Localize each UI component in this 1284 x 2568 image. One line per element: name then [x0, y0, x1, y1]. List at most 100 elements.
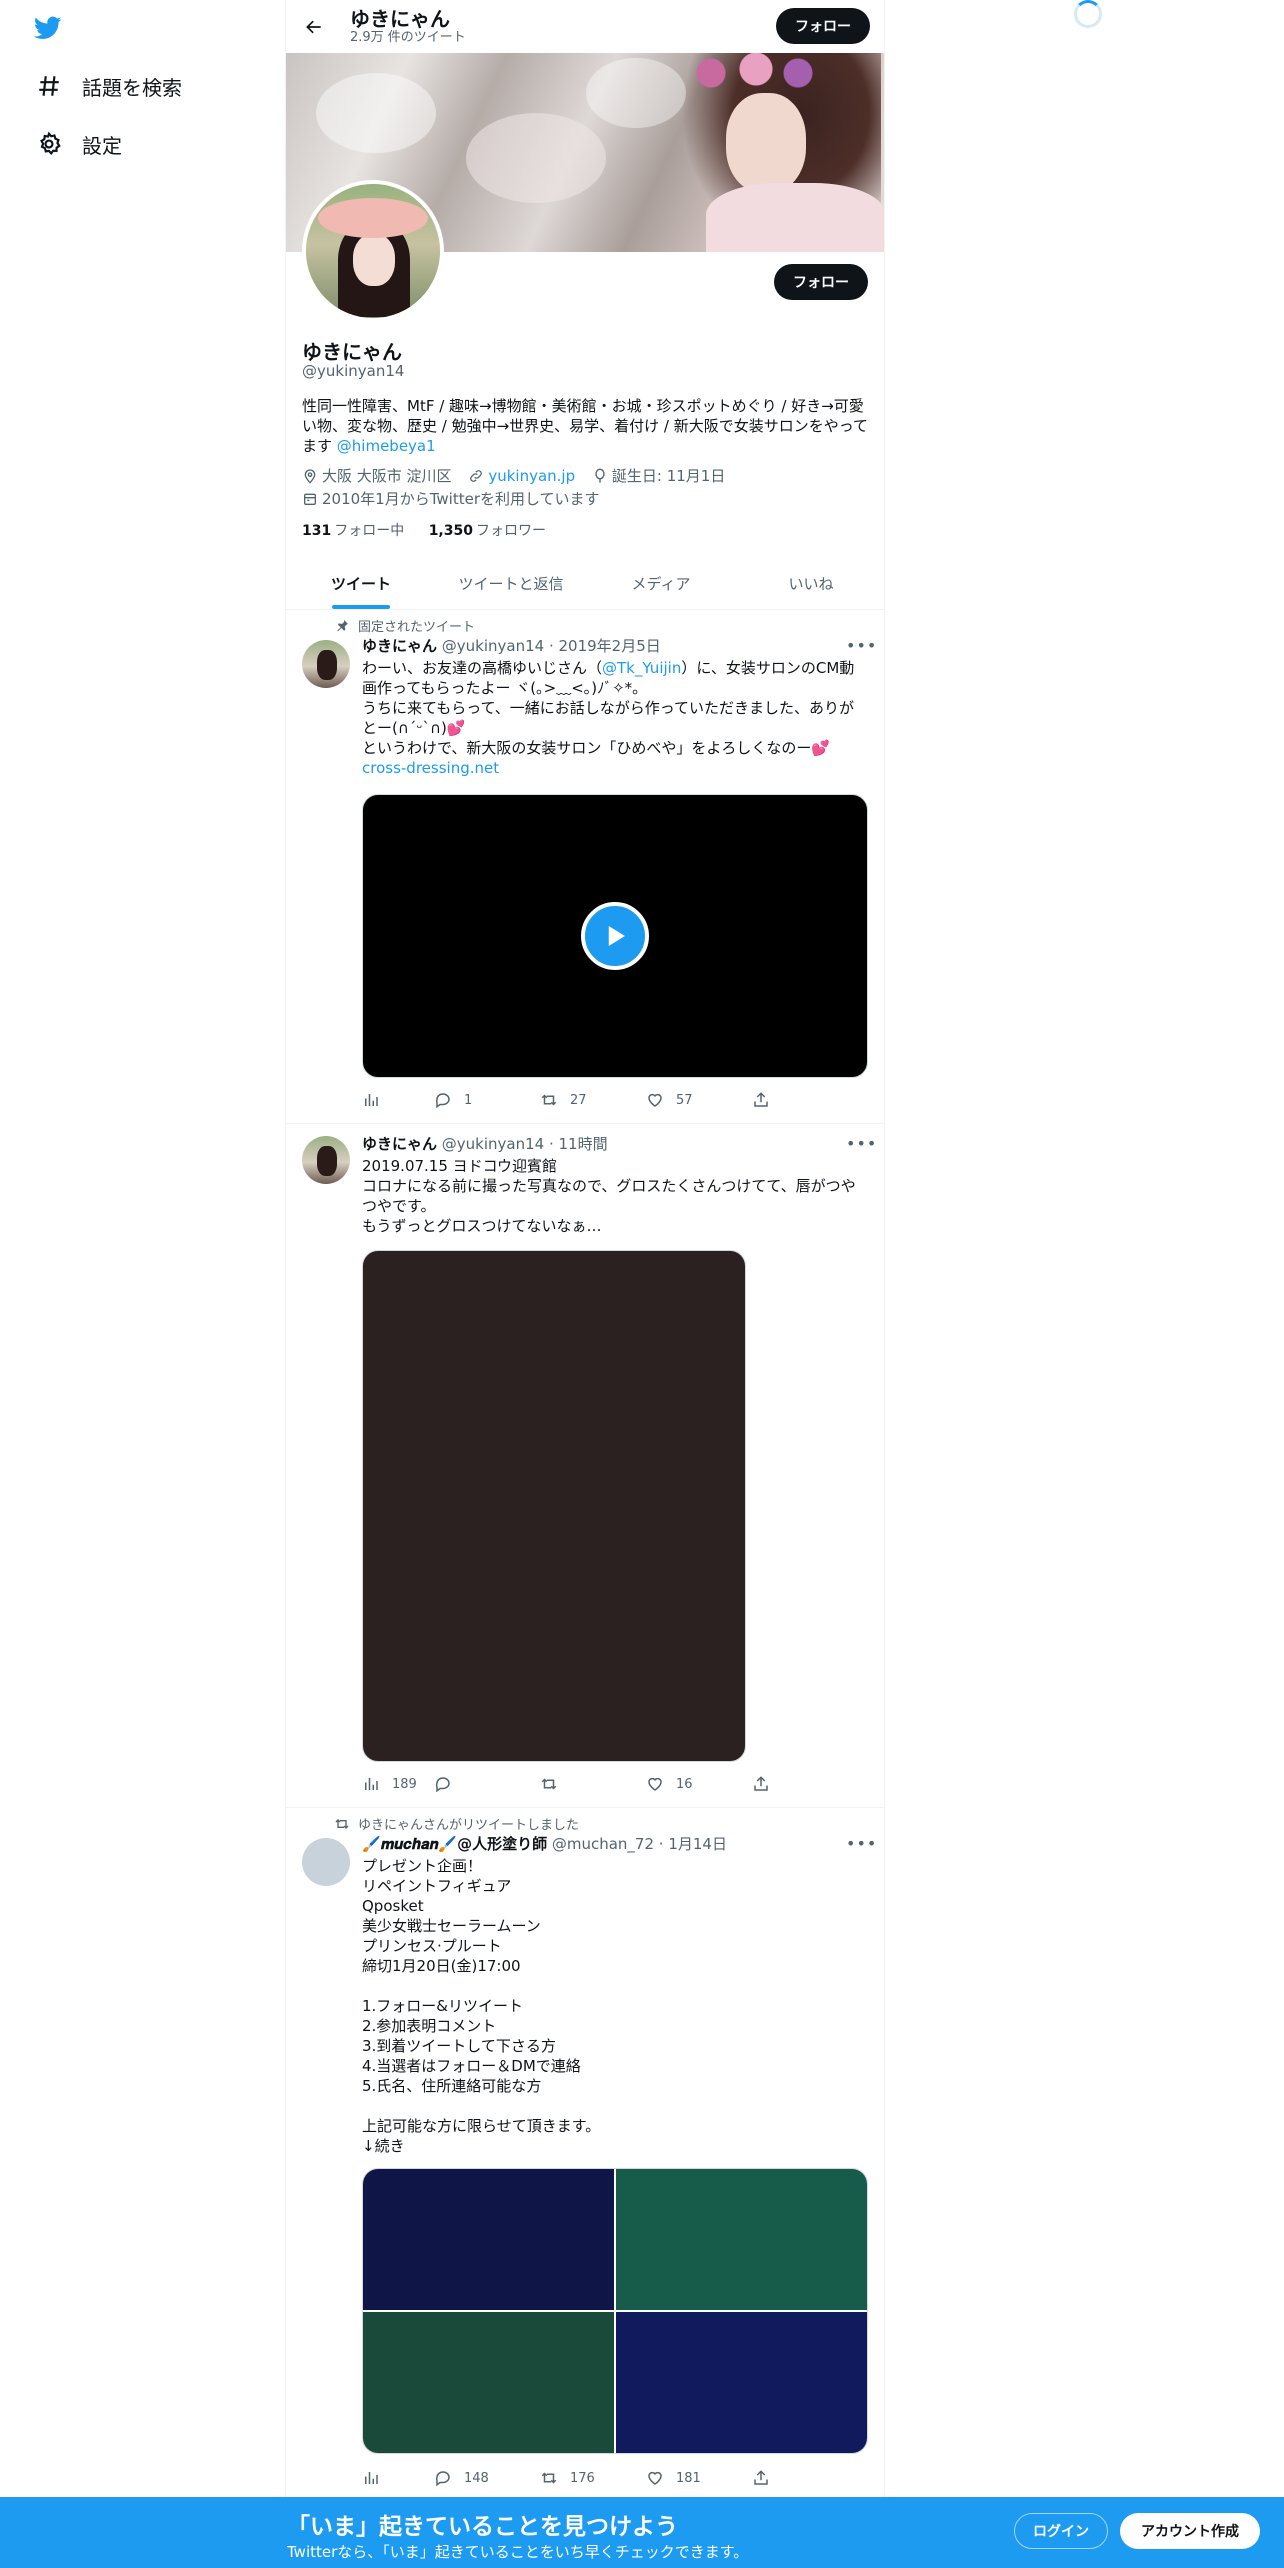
tweet-header: ゆきにゃん @yukinyan14 · 11時間 [362, 1134, 608, 1154]
grid-image-1[interactable] [363, 2169, 614, 2310]
like-count: 181 [676, 2470, 701, 2486]
website-link[interactable]: yukinyan.jp [488, 466, 575, 486]
avatar-face [353, 234, 395, 286]
profile-avatar[interactable] [302, 180, 444, 322]
tweet-actions: 148 176 181 [362, 2468, 792, 2488]
tweet-meta: @yukinyan14 · 2019年2月5日 [441, 637, 661, 655]
banner-kimono [706, 183, 884, 252]
views-button[interactable]: 189 [362, 1774, 434, 1794]
reply-count: 1 [464, 1092, 473, 1108]
tab-tweets-replies[interactable]: ツイートと返信 [436, 557, 586, 609]
pin-icon [337, 619, 348, 631]
reply-icon [435, 2471, 450, 2487]
views-button[interactable] [362, 2468, 434, 2488]
retweeted-text: ゆきにゃんさんがリツイートしました [358, 1818, 580, 1833]
grid-image-3[interactable] [363, 2312, 614, 2453]
retweet-button[interactable]: 176 [540, 2468, 646, 2488]
retweet-icon [541, 1778, 557, 1790]
tab-media[interactable]: メディア [586, 557, 736, 609]
tweet-photo[interactable]: ゆきにゃん @yukinyan14 · 11時間 ••• 2019.07.15 … [286, 1124, 884, 1808]
more-options-icon[interactable]: ••• [846, 1834, 876, 1854]
avatar-hat [318, 198, 428, 238]
link-icon [470, 470, 483, 482]
tweet-meta: @yukinyan14 · 11時間 [441, 1135, 608, 1153]
tweet-avatar[interactable] [302, 640, 350, 688]
more-options-icon[interactable]: ••• [846, 1134, 876, 1154]
banner-blossom [466, 113, 606, 203]
followers-link[interactable]: 1,350 フォロワー [429, 523, 546, 539]
following-link[interactable]: 131 フォロー中 [302, 523, 404, 539]
like-button[interactable]: 57 [646, 1090, 752, 1110]
pinned-label: 固定されたツイート [334, 616, 475, 635]
grid-image-4[interactable] [616, 2312, 867, 2453]
reply-icon [435, 1093, 450, 1109]
signup-banner-subtitle: Twitterなら、「いま」起きていることをいち早くチェックできます。 [287, 2543, 749, 2561]
tweet-photo-image[interactable] [362, 1250, 746, 1762]
bio-mention-link[interactable]: @himebeya1 [337, 437, 436, 455]
retweeted-label: ゆきにゃんさんがリツイートしました [334, 1814, 579, 1833]
like-button[interactable]: 16 [646, 1774, 752, 1794]
nav-explore-label: 話題を検索 [82, 75, 182, 100]
profile-header-bar: ゆきにゃん 2.9万 件のツイート フォロー [286, 0, 884, 53]
tweet-avatar[interactable] [302, 1838, 350, 1886]
tab-likes[interactable]: いいね [736, 557, 884, 609]
retweet-icon [541, 1094, 557, 1106]
birthday-text: 誕生日: 11月1日 [611, 467, 726, 485]
image-grid [363, 2169, 867, 2453]
reply-icon [435, 1777, 450, 1793]
like-button[interactable]: 181 [646, 2468, 752, 2488]
following-count: 131 [302, 523, 332, 539]
retweet-button[interactable] [540, 1774, 646, 1794]
profile-meta: 大阪 大阪市 淀川区 yukinyan.jp 誕生日: 11月1日 2010年1… [302, 466, 870, 512]
tweet-author-name[interactable]: ゆきにゃん [362, 1135, 437, 1153]
grid-image-2[interactable] [616, 2169, 867, 2310]
banner-flower-crown [681, 53, 831, 93]
left-nav: 話題を検索 設定 [0, 0, 285, 2568]
reply-button[interactable]: 148 [434, 2468, 540, 2488]
nav-settings[interactable]: 設定 [36, 124, 122, 164]
tweet-actions: 1 27 57 [362, 1090, 792, 1110]
tweet-video[interactable] [362, 794, 868, 1078]
location-text: 大阪 大阪市 淀川区 [322, 467, 452, 485]
header-follow-button[interactable]: フォロー [776, 8, 870, 44]
more-options-icon[interactable]: ••• [846, 636, 876, 656]
tweet-meta: @muchan_72 · 1月14日 [551, 1835, 727, 1853]
views-button[interactable] [362, 1090, 434, 1110]
like-count: 16 [676, 1776, 693, 1792]
tweet-url-link[interactable]: cross-dressing.net [362, 759, 499, 777]
banner-blossom [316, 73, 436, 153]
share-icon [754, 2470, 768, 2485]
reply-button[interactable]: 1 [434, 1090, 540, 1110]
profile-tabs: ツイート ツイートと返信 メディア いいね [286, 557, 884, 610]
login-button[interactable]: ログイン [1014, 2513, 1108, 2549]
profile-follow-button[interactable]: フォロー [774, 264, 868, 300]
tweet-pinned[interactable]: 固定されたツイート ゆきにゃん @yukinyan14 · 2019年2月5日 … [286, 610, 884, 1124]
profile-column: ゆきにゃん 2.9万 件のツイート フォロー フォロー ゆきにゃん @yukin… [285, 0, 885, 2568]
location-item: 大阪 大阪市 淀川区 [302, 466, 452, 486]
share-button[interactable] [752, 1774, 782, 1794]
twitter-bird-icon[interactable] [32, 14, 64, 42]
nav-explore[interactable]: 話題を検索 [36, 66, 182, 106]
share-button[interactable] [752, 1090, 782, 1110]
profile-handle: @yukinyan14 [302, 362, 405, 380]
tweet-image-grid [362, 2168, 868, 2454]
tab-tweets[interactable]: ツイート [286, 557, 436, 609]
back-arrow-icon[interactable] [294, 7, 334, 47]
tweet-header: 🖌️𝒎𝒖𝒄𝒉𝒂𝒏🖌️@人形塗り師 @muchan_72 · 1月14日 [362, 1834, 727, 1854]
tweet-author-name[interactable]: 🖌️𝒎𝒖𝒄𝒉𝒂𝒏🖌️@人形塗り師 [362, 1835, 547, 1853]
retweet-button[interactable]: 27 [540, 1090, 646, 1110]
reply-button[interactable] [434, 1774, 540, 1794]
nav-settings-label: 設定 [82, 133, 122, 158]
share-button[interactable] [752, 2468, 782, 2488]
tweet-text: プレゼント企画！ リペイントフィギュア Qposket 美少女戦士セーラームーン… [362, 1857, 601, 2155]
tweet-avatar[interactable] [302, 1136, 350, 1184]
followers-count: 1,350 [428, 523, 473, 539]
tweet-text: わーい、お友達の高橋ゆいじさん（@Tk_Yuijin）に、女装サロンのCM動画作… [362, 658, 868, 778]
signup-banner: 「いま」起きていることを見つけよう Twitterなら、「いま」起きていることを… [0, 2497, 1284, 2568]
follow-stats: 131 フォロー中 1,350 フォロワー [302, 520, 566, 540]
tweet-author-name[interactable]: ゆきにゃん [362, 637, 437, 655]
tweet-retweeted[interactable]: ゆきにゃんさんがリツイートしました 🖌️𝒎𝒖𝒄𝒉𝒂𝒏🖌️@人形塗り師 @much… [286, 1808, 884, 2508]
tweet-mention-link[interactable]: @Tk_Yuijin [602, 659, 681, 677]
play-icon[interactable] [581, 902, 649, 970]
signup-button[interactable]: アカウント作成 [1120, 2513, 1260, 2549]
